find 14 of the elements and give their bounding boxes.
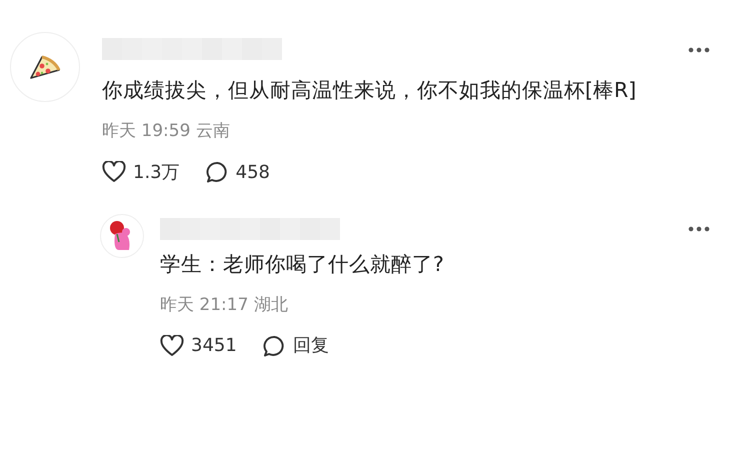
comment-button[interactable]: 458 xyxy=(206,158,270,186)
comment-button[interactable]: 回复 xyxy=(262,332,329,359)
pizza-icon xyxy=(28,54,62,80)
heart-icon xyxy=(160,334,184,356)
comment-text: 你成绩拔尖，但从耐高温性来说，你不如我的保温杯[棒R] xyxy=(102,77,638,104)
comment-meta: 昨天 19:59 云南 xyxy=(102,120,231,143)
speech-bubble-icon xyxy=(206,161,229,183)
like-button[interactable]: 3451 xyxy=(160,332,237,359)
comment-text: 学生：老师你喝了什么就醉了? xyxy=(160,250,445,278)
like-button[interactable]: 1.3万 xyxy=(102,158,180,186)
avatar[interactable] xyxy=(100,214,144,258)
comment-meta: 昨天 21:17 湖北 xyxy=(160,294,289,316)
speech-bubble-icon xyxy=(262,334,286,356)
heart-icon xyxy=(102,161,126,183)
